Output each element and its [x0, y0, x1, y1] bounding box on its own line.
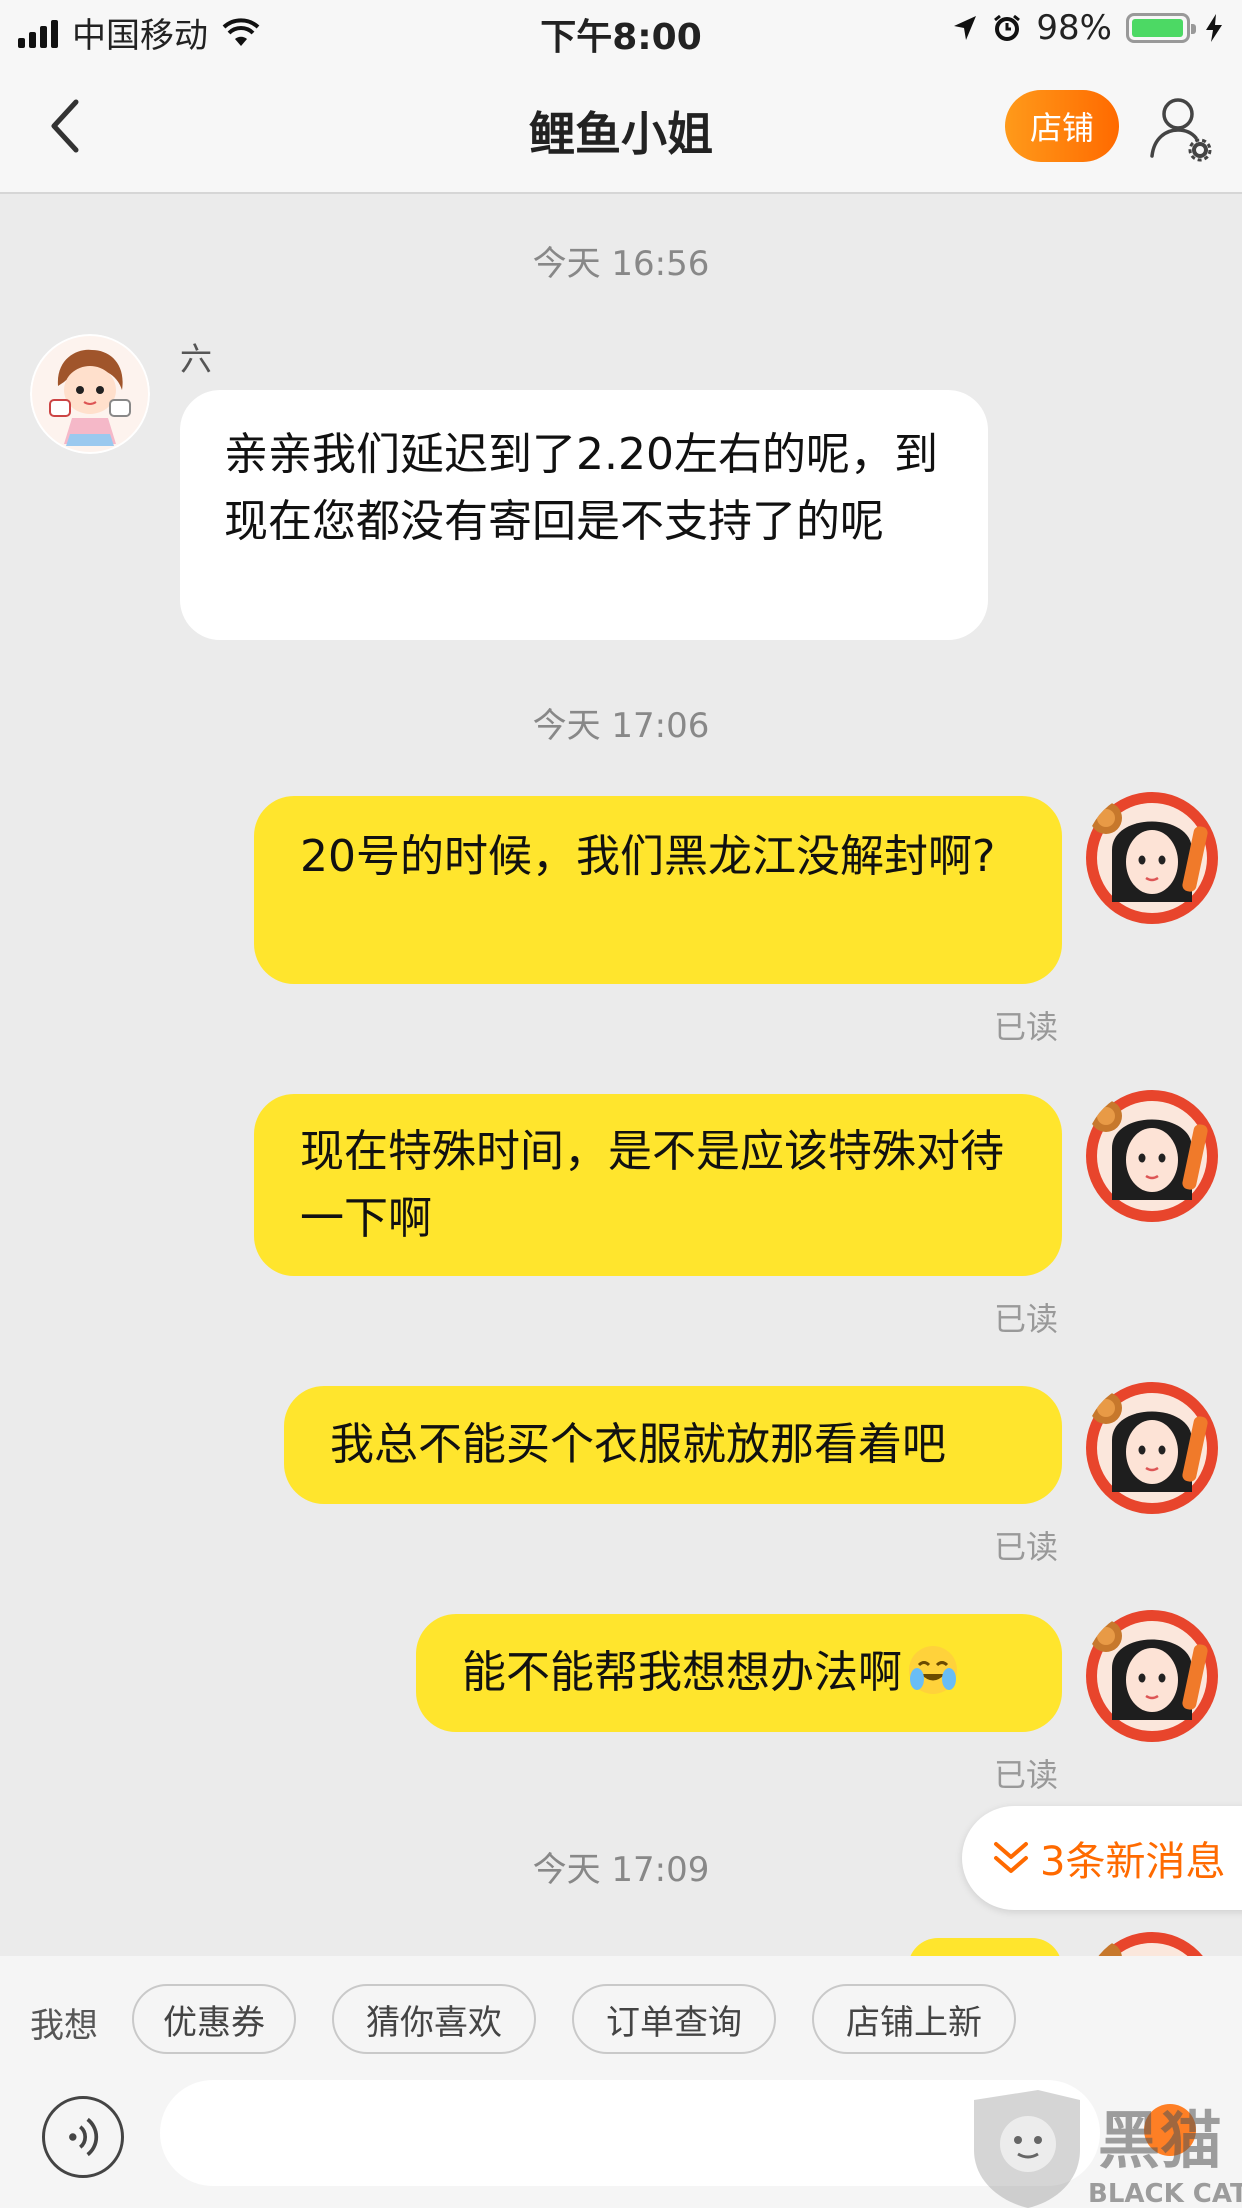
outgoing-message-text: 能不能帮我想想办法啊	[462, 1647, 902, 1698]
nav-bar: 鲤鱼小姐 店铺	[0, 62, 1242, 194]
sender-name: 六	[180, 340, 213, 378]
alarm-icon	[994, 14, 1021, 41]
outgoing-message-bubble[interactable]: 能不能帮我想想办法啊	[416, 1614, 1062, 1732]
new-messages-label: 3条新消息	[1040, 1839, 1226, 1885]
read-status: 已读	[993, 1528, 1058, 1566]
user-avatar[interactable]	[1084, 1088, 1220, 1224]
outgoing-message-text: 现在特殊时间，是不是应该特殊对待一下啊	[300, 1126, 1004, 1244]
read-status: 已读	[993, 1300, 1058, 1338]
quick-reply-chip-order-query[interactable]: 订单查询	[572, 1984, 776, 2054]
status-right: 98%	[952, 8, 1224, 48]
read-status: 已读	[993, 1008, 1058, 1046]
user-avatar[interactable]	[1084, 790, 1220, 926]
double-chevron-down-icon	[994, 1842, 1028, 1873]
svg-text:黑猫: 黑猫	[1098, 2104, 1222, 2177]
quick-reply-chip-recommend[interactable]: 猜你喜欢	[332, 1984, 536, 2054]
battery-percent: 98%	[1036, 8, 1112, 48]
timestamp: 今天 17:06	[532, 706, 710, 746]
quick-reply-chip-coupon[interactable]: 优惠券	[132, 1984, 296, 2054]
svg-text:BLACK CAT: BLACK CAT	[1088, 2179, 1242, 2208]
crying-laughing-emoji-icon	[909, 1646, 957, 1694]
quick-reply-bar: 我想 优惠券 猜你喜欢 订单查询 店铺上新	[0, 1956, 1242, 2078]
read-status: 已读	[993, 1756, 1058, 1794]
outgoing-message-bubble[interactable]: 现在特殊时间，是不是应该特殊对待一下啊	[254, 1094, 1062, 1276]
quick-reply-label: 我想	[30, 2006, 98, 2046]
user-settings-icon[interactable]	[1148, 92, 1214, 162]
store-button[interactable]: 店铺	[1005, 90, 1119, 162]
outgoing-message-bubble[interactable]: 20号的时候，我们黑龙江没解封啊?	[254, 796, 1062, 984]
battery-fill	[1132, 19, 1183, 37]
location-arrow-icon	[954, 16, 977, 40]
quick-reply-chip-new-arrivals[interactable]: 店铺上新	[812, 1984, 1016, 2054]
user-avatar[interactable]	[1084, 1608, 1220, 1744]
seller-avatar[interactable]	[30, 334, 150, 454]
user-avatar[interactable]	[1084, 1380, 1220, 1516]
voice-input-icon[interactable]	[42, 2096, 124, 2178]
charging-bolt-icon	[1206, 14, 1222, 42]
timestamp: 今天 16:56	[532, 244, 710, 284]
new-messages-button[interactable]: 3条新消息	[962, 1806, 1242, 1910]
outgoing-message-bubble[interactable]: 我总不能买个衣服就放那看着吧	[284, 1386, 1062, 1504]
status-bar: 中国移动 下午8:00 98%	[0, 0, 1242, 62]
battery-icon	[1126, 13, 1196, 43]
message-input[interactable]	[160, 2080, 1100, 2186]
outgoing-message-text: 20号的时候，我们黑龙江没解封啊?	[300, 831, 996, 882]
watermark-logo: 黑猫 BLACK CAT	[974, 2090, 1242, 2208]
incoming-message-text: 亲亲我们延迟到了2.20左右的呢，到现在您都没有寄回是不支持了的呢	[224, 429, 938, 547]
outgoing-message-text: 我总不能买个衣服就放那看着吧	[330, 1419, 946, 1470]
incoming-message-bubble[interactable]: 亲亲我们延迟到了2.20左右的呢，到现在您都没有寄回是不支持了的呢	[180, 390, 988, 640]
